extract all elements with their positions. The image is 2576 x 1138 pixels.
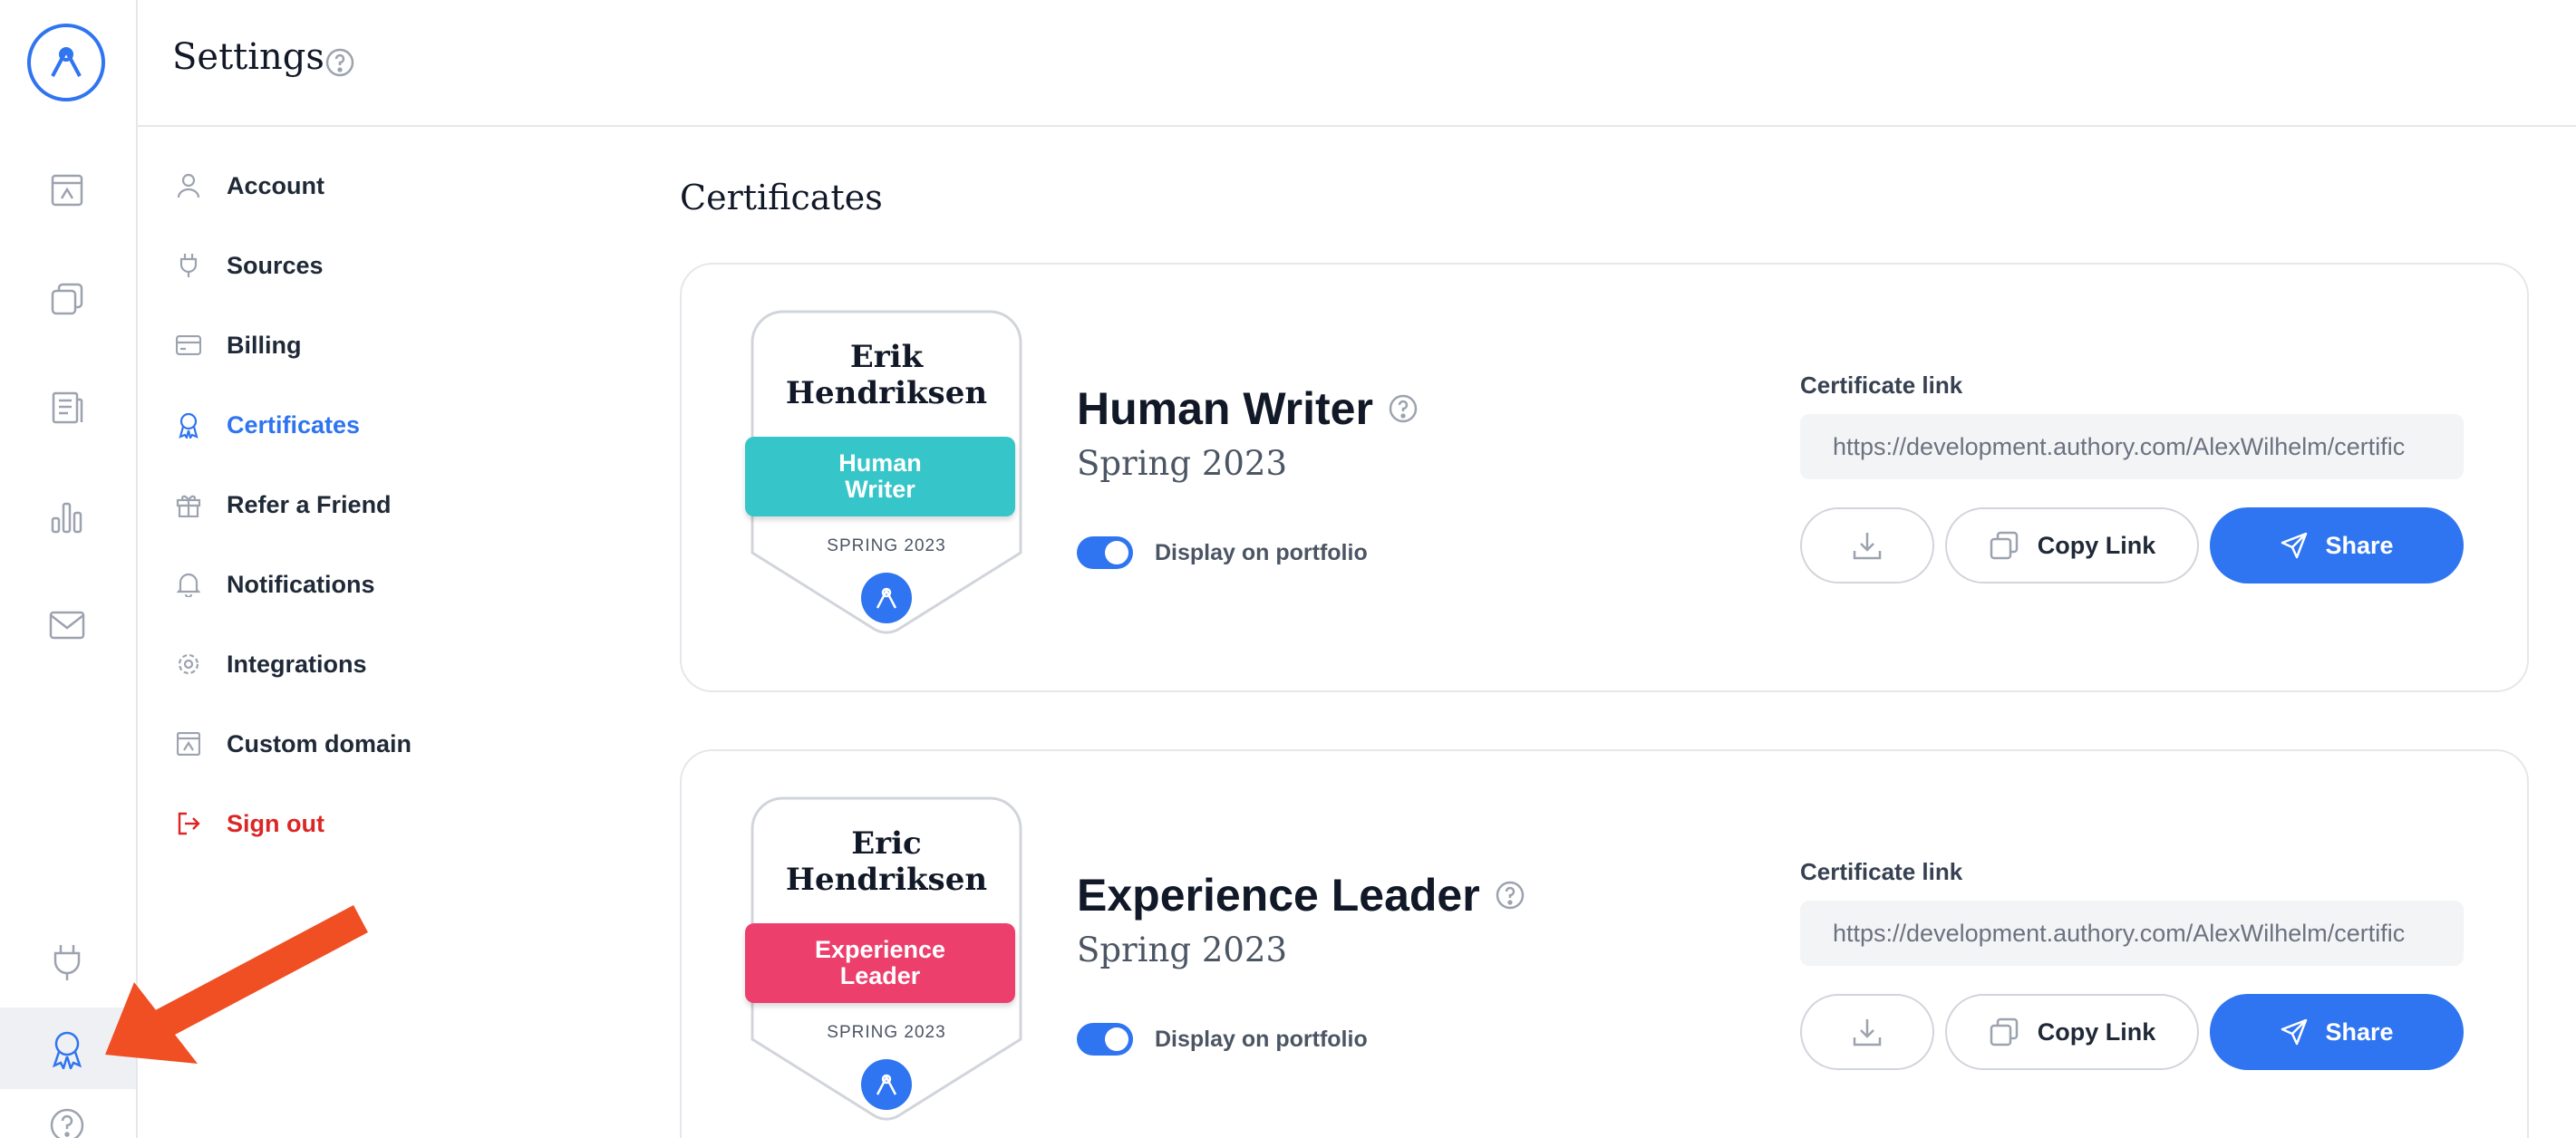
badge-ribbon-label: Experience Leader (814, 936, 946, 989)
certificate-card: Erik Hendriksen Human Writer SPRING 2023… (680, 263, 2529, 692)
badge-ribbon: Human Writer (745, 437, 1015, 516)
badge-recipient-name: Erik Hendriksen (785, 339, 988, 411)
copy-link-button[interactable]: Copy Link (1945, 507, 2199, 583)
page-header: Settings (138, 0, 2576, 127)
share-button[interactable]: Share (2210, 507, 2464, 583)
certificate-title-text: Experience Leader (1077, 870, 1480, 921)
send-icon (2281, 1018, 2308, 1046)
bell-icon (172, 568, 205, 601)
nav-item-certificates[interactable]: Certificates (172, 398, 360, 452)
certificate-card: Eric Hendriksen Experience Leader SPRING… (680, 749, 2529, 1138)
download-button[interactable] (1800, 994, 1934, 1070)
display-on-portfolio-toggle[interactable] (1077, 1023, 1133, 1056)
share-button[interactable]: Share (2210, 994, 2464, 1070)
gift-icon (172, 488, 205, 521)
download-icon (1853, 533, 1882, 560)
download-icon (1853, 1019, 1882, 1046)
certificate-badge: Erik Hendriksen Human Writer SPRING 2023 (745, 310, 1022, 636)
nav-item-account[interactable]: Account (172, 159, 324, 213)
nav-label: Billing (227, 331, 302, 359)
certificate-season: Spring 2023 (1077, 444, 1287, 483)
plug-icon[interactable] (36, 931, 98, 993)
nav-label: Account (227, 171, 324, 199)
collections-icon[interactable] (36, 268, 98, 330)
nav-item-sources[interactable]: Sources (172, 238, 324, 293)
help-icon[interactable] (324, 47, 355, 82)
user-icon (172, 169, 205, 202)
toggle-label: Display on portfolio (1155, 1027, 1368, 1052)
certificates-award-icon[interactable] (36, 1018, 98, 1080)
copy-link-label: Copy Link (2037, 531, 2156, 559)
help-icon[interactable] (1495, 880, 1525, 911)
authory-logo-icon (861, 573, 912, 623)
help-icon[interactable] (1388, 393, 1419, 424)
analytics-icon[interactable] (36, 487, 98, 548)
nav-item-billing[interactable]: Billing (172, 318, 302, 372)
certificate-season: Spring 2023 (1077, 931, 1287, 969)
certificate-link-field[interactable] (1800, 901, 2464, 966)
award-icon (172, 409, 205, 441)
badge-ribbon-label: Human Writer (838, 449, 922, 503)
share-label: Share (2325, 531, 2394, 559)
nav-item-custom-domain[interactable]: Custom domain (172, 717, 412, 771)
nav-item-sign-out[interactable]: Sign out (172, 796, 324, 851)
certificate-link-label: Certificate link (1800, 371, 1963, 399)
certificate-link-label: Certificate link (1800, 858, 1963, 885)
nav-label: Refer a Friend (227, 490, 392, 518)
copy-link-button[interactable]: Copy Link (1945, 994, 2199, 1070)
nav-item-notifications[interactable]: Notifications (172, 557, 375, 612)
nav-item-integrations[interactable]: Integrations (172, 637, 367, 691)
copy-icon (1990, 1017, 2018, 1046)
gear-icon (172, 648, 205, 680)
copy-icon (1990, 531, 2018, 560)
sign-out-icon (172, 807, 205, 840)
page-title: Settings (172, 36, 324, 78)
nav-label: Sign out (227, 809, 324, 837)
nav-label: Custom domain (227, 729, 412, 757)
nav-label: Notifications (227, 570, 375, 598)
annotation-arrow-icon (105, 904, 368, 1064)
certificate-title: Experience Leader (1077, 869, 1525, 921)
certificate-badge: Eric Hendriksen Experience Leader SPRING… (745, 796, 1022, 1123)
certificate-title-text: Human Writer (1077, 383, 1373, 434)
section-title: Certificates (680, 178, 883, 217)
certificate-link-field[interactable] (1800, 414, 2464, 479)
authory-logo[interactable] (27, 24, 105, 101)
badge-season: SPRING 2023 (827, 536, 946, 555)
badge-recipient-name: Eric Hendriksen (785, 825, 988, 898)
nav-label: Certificates (227, 410, 361, 439)
badge-season: SPRING 2023 (827, 1023, 946, 1042)
credit-card-icon (172, 329, 205, 362)
download-button[interactable] (1800, 507, 1934, 583)
copy-link-label: Copy Link (2037, 1017, 2156, 1046)
browser-icon (172, 728, 205, 760)
articles-icon[interactable] (36, 377, 98, 439)
authory-logo-icon (861, 1059, 912, 1110)
send-icon (2281, 532, 2308, 559)
share-label: Share (2325, 1017, 2394, 1046)
nav-label: Integrations (227, 650, 367, 678)
mail-icon[interactable] (36, 594, 98, 656)
toggle-label: Display on portfolio (1155, 540, 1368, 565)
plug-icon (172, 249, 205, 282)
certificate-title: Human Writer (1077, 382, 1419, 435)
help-icon[interactable] (36, 1095, 98, 1138)
nav-item-refer-a-friend[interactable]: Refer a Friend (172, 477, 392, 532)
portfolio-icon[interactable] (36, 159, 98, 221)
display-on-portfolio-toggle[interactable] (1077, 536, 1133, 569)
badge-ribbon: Experience Leader (745, 923, 1015, 1003)
nav-label: Sources (227, 251, 324, 279)
